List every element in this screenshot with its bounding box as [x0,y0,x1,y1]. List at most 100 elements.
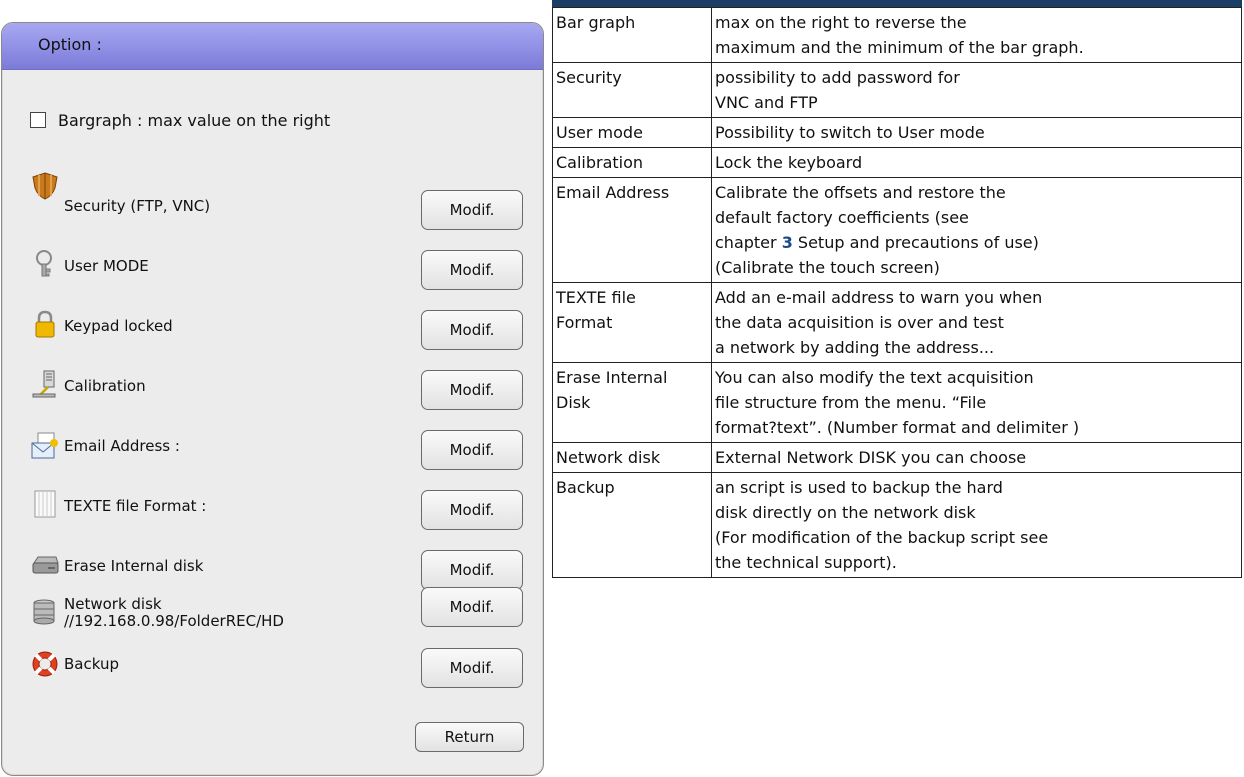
desc-text: (For modification of the backup script s… [715,528,1049,547]
table-row: Network disk External Network DISK you c… [552,442,1242,473]
option-user-mode-label: User MODE [64,257,149,275]
desc-text: External Network DISK you can choose [715,448,1027,467]
dialog-header: Option : [2,23,543,70]
desc-text: an script is used to backup the hard [715,478,1003,497]
calibration-modif-button[interactable]: Modif. [421,370,523,410]
table-term-cell: Erase Internal Disk [552,362,712,443]
table-term-cell: Bar graph [552,7,712,63]
table-row: TEXTE file Format Add an e-mail address … [552,282,1242,363]
table-header-bar [552,0,1242,7]
shield-icon [32,172,58,200]
desc-text: maximum and the minimum of the bar graph… [715,38,1084,57]
network-disk-icon [33,599,55,625]
term-text: Network disk [556,448,661,467]
email-address-modif-button[interactable]: Modif. [421,430,523,470]
table-desc-cell: External Network DISK you can choose [711,442,1242,473]
keys-icon [36,250,52,277]
table-row: Calibration Lock the keyboard [552,147,1242,178]
table-row: Backup an script is used to backup the h… [552,472,1242,578]
table-desc-cell: Possibility to switch to User mode [711,117,1242,148]
backup-modif-button[interactable]: Modif. [421,648,523,688]
desc-text: Setup and precautions of use) [797,233,1039,252]
desc-text: possibility to add password for [715,68,960,87]
term-text: User mode [556,123,643,142]
option-erase-internal-disk-label: Erase Internal disk [64,557,204,575]
desc-text: disk directly on the network disk [715,503,976,522]
term-text: Security [556,68,622,87]
options-dialog: Option : Bargraph : max value on the rig… [1,22,544,776]
term-text: Format [556,313,613,332]
term-text: Erase Internal [556,368,668,387]
table-desc-cell: Lock the keyboard [711,147,1242,178]
desc-text: the data acquisition is over and test [715,313,1004,332]
option-calibration-label: Calibration [64,377,146,395]
table-desc-cell: max on the right to reverse the maximum … [711,7,1242,63]
desc-text: format?text”. (Number format and delimit… [715,418,1080,437]
table-term-cell: Backup [552,472,712,578]
table-desc-cell: Add an e-mail address to warn you when t… [711,282,1242,363]
desc-text: You can also modify the text acquisition [715,368,1034,387]
dialog-title: Option : [38,35,102,54]
term-text: TEXTE file [556,288,636,307]
desc-text: Possibility to switch to User mode [715,123,985,142]
table-term-cell: User mode [552,117,712,148]
text-file-format-modif-button[interactable]: Modif. [421,490,523,530]
desc-text: file structure from the menu. “File [715,393,987,412]
bargraph-checkbox[interactable] [30,112,46,128]
table-term-cell: TEXTE file Format [552,282,712,363]
option-keypad-locked-label: Keypad locked [64,317,173,335]
desc-text: Calibrate the offsets and restore the [715,183,1006,202]
calibration-icon [32,370,56,398]
option-security-label: Security (FTP, VNC) [64,197,211,215]
term-text: Calibration [556,153,644,172]
option-email-address-label: Email Address : [64,437,180,455]
email-icon [31,432,58,459]
bargraph-checkbox-label: Bargraph : max value on the right [58,110,331,130]
padlock-icon [35,310,55,338]
table-desc-cell: Calibrate the offsets and restore the de… [711,177,1242,283]
desc-text: default factory coefficients (see [715,208,969,227]
table-term-cell: Security [552,62,712,118]
return-button[interactable]: Return [415,722,524,752]
table-term-cell: Calibration [552,147,712,178]
desc-text: max on the right to reverse the [715,13,967,32]
table-desc-cell: an script is used to backup the hard dis… [711,472,1242,578]
lifebuoy-icon [32,651,58,677]
term-text: Email Address [556,183,670,202]
description-table-wrapper: Bar graph max on the right to reverse th… [552,0,1242,578]
desc-text: a network by adding the address... [715,338,995,357]
network-disk-modif-button[interactable]: Modif. [421,587,523,627]
erase-internal-disk-modif-button[interactable]: Modif. [421,550,523,590]
table-desc-cell: You can also modify the text acquisition… [711,362,1242,443]
desc-text: (Calibrate the touch screen) [715,258,940,277]
bargraph-checkbox-row[interactable]: Bargraph : max value on the right [30,109,330,131]
term-text: Backup [556,478,615,497]
security-modif-button[interactable]: Modif. [421,190,523,230]
table-term-cell: Network disk [552,442,712,473]
desc-text: the technical support). [715,553,897,572]
hard-disk-icon [32,556,59,574]
option-text-file-format-label: TEXTE file Format : [64,497,207,515]
term-text: Bar graph [556,13,636,32]
chapter-reference-link[interactable]: 3 [782,233,793,252]
table-term-cell: Email Address [552,177,712,283]
keypad-locked-modif-button[interactable]: Modif. [421,310,523,350]
option-network-disk-label: Network disk [64,595,162,613]
description-table: Bar graph max on the right to reverse th… [552,7,1242,578]
user-mode-modif-button[interactable]: Modif. [421,250,523,290]
table-row: Bar graph max on the right to reverse th… [552,7,1242,63]
table-row: Security possibility to add password for… [552,62,1242,118]
table-row: Erase Internal Disk You can also modify … [552,362,1242,443]
option-network-disk-path: //192.168.0.98/FolderREC/HD [64,612,284,630]
text-file-icon [34,490,56,518]
desc-text: chapter [715,233,777,252]
option-backup-label: Backup [64,655,119,673]
table-row: User mode Possibility to switch to User … [552,117,1242,148]
desc-text-chapter-line: chapter 3 Setup and precautions of use) [715,230,1238,255]
term-text: Disk [556,393,591,412]
desc-text: Lock the keyboard [715,153,863,172]
desc-text: VNC and FTP [715,93,818,112]
table-row: Email Address Calibrate the offsets and … [552,177,1242,283]
desc-text: Add an e-mail address to warn you when [715,288,1043,307]
table-desc-cell: possibility to add password for VNC and … [711,62,1242,118]
